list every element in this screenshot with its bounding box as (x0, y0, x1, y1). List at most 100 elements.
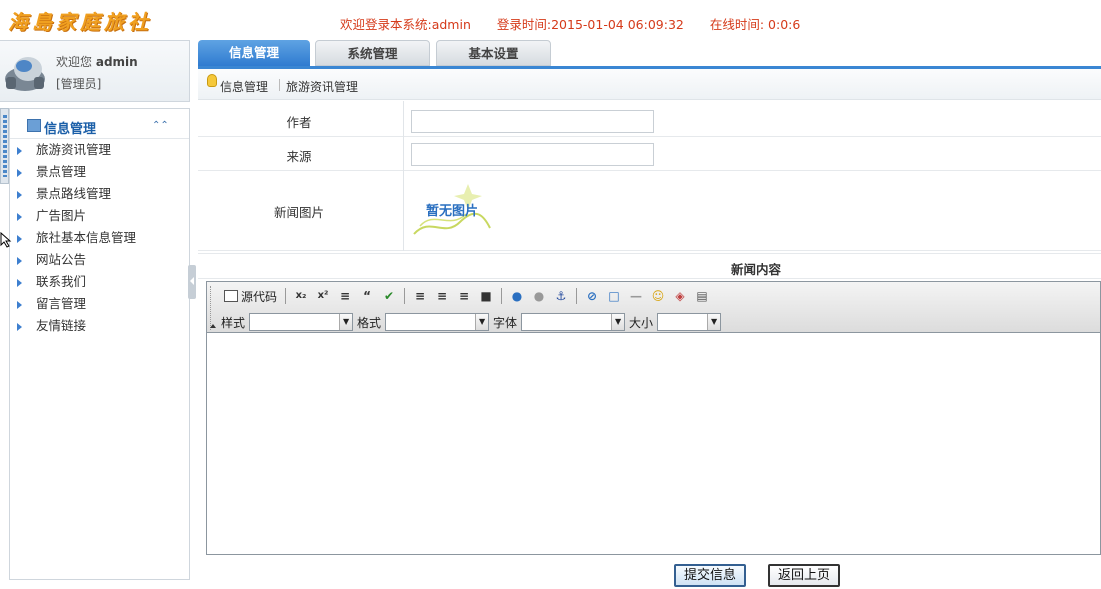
sidebar-item-label: 景点管理 (36, 164, 87, 179)
source-code-button[interactable]: 源代码 (221, 286, 280, 306)
user-role: [管理员] (56, 77, 102, 91)
sidebar-item-agency-info[interactable]: 旅社基本信息管理 (10, 227, 189, 249)
welcome-text: 欢迎您 admin (56, 53, 138, 70)
style-label: 样式 (221, 315, 246, 330)
align-center-icon[interactable]: ≡ (434, 288, 450, 304)
online-time-text: 在线时间: 0:0:6 (709, 17, 801, 32)
blockquote-icon[interactable]: “ (359, 288, 375, 304)
dropdown-arrow-icon: ▼ (339, 314, 353, 330)
collapse-left-icon (190, 277, 194, 285)
sidebar-item-links[interactable]: 友情链接 (10, 315, 189, 337)
special-char-icon[interactable]: ◈ (672, 288, 688, 304)
unlink-icon[interactable]: ● (531, 288, 547, 304)
style-select[interactable]: 样式 ▼ (221, 313, 357, 331)
lightbulb-icon (207, 74, 217, 87)
sidebar-item-label: 网站公告 (36, 252, 87, 267)
sidebar-item-ad-images[interactable]: 广告图片 (10, 205, 189, 227)
sidebar-item-label: 友情链接 (36, 318, 87, 333)
format-select[interactable]: 格式 ▼ (357, 313, 493, 331)
content-label: 新闻内容 (731, 262, 782, 277)
sidebar-item-attractions[interactable]: 景点管理 (10, 161, 189, 183)
image-label: 新闻图片 (273, 205, 324, 220)
top-bar: 海島家庭旅社 欢迎登录本系统:admin 登录时间:2015-01-04 06:… (0, 0, 1101, 40)
table-icon[interactable]: □ (606, 288, 622, 304)
smiley-icon[interactable]: ☺ (650, 288, 666, 304)
arrow-right-icon (17, 279, 22, 287)
source-icon (224, 290, 238, 302)
arrow-right-icon (17, 235, 22, 243)
format-label: 格式 (357, 315, 382, 330)
arrow-right-icon (17, 323, 22, 331)
link-icon[interactable]: ● (509, 288, 525, 304)
site-logo: 海島家庭旅社 (8, 10, 152, 34)
collapse-up-icon[interactable]: ⌃⌃ (152, 119, 169, 133)
sidebar-item-routes[interactable]: 景点路线管理 (10, 183, 189, 205)
tab-system-management[interactable]: 系统管理 (315, 40, 430, 66)
sidebar-item-label: 旅社基本信息管理 (36, 230, 137, 245)
flash-icon[interactable]: ⊘ (584, 288, 600, 304)
superscript-icon[interactable]: x² (315, 288, 331, 304)
mouse-cursor-icon (0, 232, 12, 248)
sidebar-item-messages[interactable]: 留言管理 (10, 293, 189, 315)
sidebar-item-travel-news[interactable]: 旅游资讯管理 (10, 139, 189, 161)
sidebar-item-label: 旅游资讯管理 (36, 142, 112, 157)
admin-avatar-icon (5, 57, 45, 91)
toolbar-row-1: 源代码 x₂ x² ≡ “ ✔ ≡ ≡ ≡ ■ ● ● ⚓ ⊘ □ — ☺ ◈ … (221, 285, 713, 307)
breadcrumb: 信息管理 旅游资讯管理 (198, 66, 1101, 100)
sidebar-item-label: 广告图片 (36, 208, 87, 223)
sidebar-side-tab[interactable] (0, 108, 9, 184)
sidebar-section-title: 信息管理 (44, 122, 97, 137)
arrow-right-icon (17, 191, 22, 199)
indent-icon[interactable]: ≡ (337, 288, 353, 304)
author-input[interactable] (411, 110, 654, 133)
sidebar-item-contact[interactable]: 联系我们 (10, 271, 189, 293)
edit-icon (27, 119, 41, 132)
sidebar-section-header[interactable]: 信息管理 ⌃⌃ (10, 109, 189, 139)
back-button[interactable]: 返回上页 (768, 564, 840, 587)
source-label: 来源 (286, 149, 312, 164)
anchor-icon[interactable]: ⚓ (553, 288, 569, 304)
login-time-text: 登录时间:2015-01-04 06:09:32 (496, 17, 684, 32)
breadcrumb-current: 旅游资讯管理 (286, 80, 359, 94)
rich-text-editor: 源代码 x₂ x² ≡ “ ✔ ≡ ≡ ≡ ■ ● ● ⚓ ⊘ □ — ☺ ◈ … (206, 281, 1101, 555)
breadcrumb-separator (279, 79, 280, 91)
breadcrumb-root[interactable]: 信息管理 (220, 78, 268, 95)
no-image-text: 暂无图片 (426, 204, 479, 219)
sidebar-item-label: 联系我们 (36, 274, 87, 289)
size-select[interactable]: 大小 ▼ (629, 313, 725, 331)
sidebar-item-announcements[interactable]: 网站公告 (10, 249, 189, 271)
status-bar: 欢迎登录本系统:admin 登录时间:2015-01-04 06:09:32 在… (340, 14, 822, 33)
user-name: admin (95, 55, 138, 69)
author-label: 作者 (286, 115, 312, 130)
align-left-icon[interactable]: ≡ (412, 288, 428, 304)
page-break-icon[interactable]: ▤ (694, 288, 710, 304)
tab-basic-settings[interactable]: 基本设置 (436, 40, 551, 66)
editor-content-area[interactable] (207, 334, 1100, 554)
font-select[interactable]: 字体 ▼ (493, 313, 629, 331)
sidebar-collapse-handle[interactable] (188, 265, 196, 299)
submit-button[interactable]: 提交信息 (674, 564, 746, 587)
font-label: 字体 (493, 315, 518, 330)
arrow-right-icon (17, 147, 22, 155)
no-image-placeholder: 暂无图片 (410, 176, 494, 240)
user-panel: 欢迎您 admin [管理员] (0, 40, 190, 102)
main-tabs: 信息管理 系统管理 基本设置 (198, 40, 1101, 66)
subscript-icon[interactable]: x₂ (293, 288, 309, 304)
sidebar-item-label: 留言管理 (36, 296, 87, 311)
format-clean-icon[interactable]: ✔ (381, 288, 397, 304)
source-input[interactable] (411, 143, 654, 166)
welcome-system-text: 欢迎登录本系统:admin (340, 17, 471, 32)
dropdown-arrow-icon: ▼ (707, 314, 721, 330)
author-row: 作者 (198, 101, 1101, 137)
align-right-icon[interactable]: ≡ (456, 288, 472, 304)
toolbar-collapse-icon[interactable] (210, 324, 216, 328)
arrow-right-icon (17, 213, 22, 221)
align-justify-icon[interactable]: ■ (478, 288, 494, 304)
horizontal-rule-icon[interactable]: — (628, 288, 644, 304)
sidebar-menu: 信息管理 ⌃⌃ 旅游资讯管理 景点管理 景点路线管理 广告图片 旅社基本信息管理… (9, 108, 190, 580)
sidebar-list: 旅游资讯管理 景点管理 景点路线管理 广告图片 旅社基本信息管理 网站公告 联系… (10, 139, 189, 337)
arrow-right-icon (17, 169, 22, 177)
tab-info-management[interactable]: 信息管理 (198, 40, 310, 66)
welcome-prefix: 欢迎您 (56, 55, 93, 69)
size-label: 大小 (629, 315, 654, 330)
